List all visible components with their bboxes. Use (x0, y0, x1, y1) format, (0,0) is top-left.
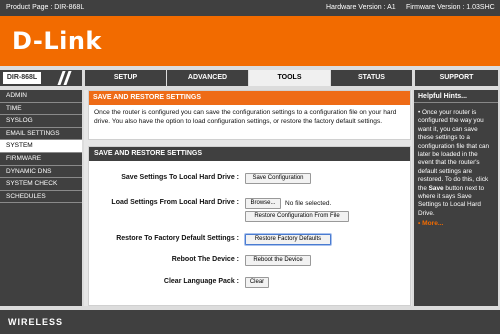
model-box: DIR-868L (0, 70, 82, 86)
no-file-text: No file selected. (285, 200, 332, 207)
model-label: DIR-868L (3, 72, 41, 84)
wireless-footer-label: WIRELESS (8, 317, 64, 327)
hint-text: • Once your router is configured the way… (414, 103, 498, 218)
tab-advanced[interactable]: ADVANCED (166, 70, 248, 86)
main-content: SAVE AND RESTORE SETTINGS Once the route… (84, 90, 412, 306)
hint-text-part-1: Once your router is configured the way y… (418, 109, 490, 192)
sidebar-item-system[interactable]: SYSTEM (0, 140, 82, 153)
tab-support[interactable]: SUPPORT (414, 70, 498, 86)
sidebar-item-system-check[interactable]: SYSTEM CHECK (0, 178, 82, 191)
clear-language-pack-label: Clear Language Pack : (163, 278, 239, 285)
intro-panel: SAVE AND RESTORE SETTINGS Once the route… (88, 90, 411, 140)
more-link[interactable]: • More... (414, 220, 498, 227)
intro-text: Once the router is configured you can sa… (94, 109, 397, 125)
save-settings-label: Save Settings To Local Hard Drive : (121, 174, 239, 181)
clear-button[interactable]: Clear (245, 277, 269, 288)
sidebar: ADMIN TIME SYSLOG EMAIL SETTINGS SYSTEM … (0, 90, 82, 306)
brand-banner: D-Link (0, 16, 500, 66)
tab-status[interactable]: STATUS (330, 70, 412, 86)
tab-setup[interactable]: SETUP (84, 70, 166, 86)
sidebar-item-time[interactable]: TIME (0, 103, 82, 116)
reboot-label: Reboot The Device : (171, 256, 239, 263)
sidebar-item-syslog[interactable]: SYSLOG (0, 115, 82, 128)
sidebar-item-dynamic-dns[interactable]: DYNAMIC DNS (0, 166, 82, 179)
product-page-label: Product Page : DIR-868L (6, 4, 85, 11)
settings-panel: SAVE AND RESTORE SETTINGS Save Settings … (88, 146, 411, 306)
sidebar-item-firmware[interactable]: FIRMWARE (0, 153, 82, 166)
save-configuration-button[interactable]: Save Configuration (245, 173, 311, 184)
hardware-version-label: Hardware Version : A1 (326, 4, 396, 11)
restore-configuration-button[interactable]: Restore Configuration From File (245, 211, 349, 222)
firmware-version-label: Firmware Version : 1.03SHC (406, 4, 495, 11)
more-link-label[interactable]: More... (422, 220, 443, 227)
sidebar-item-admin[interactable]: ADMIN (0, 90, 82, 103)
factory-default-label: Restore To Factory Default Settings : (116, 235, 239, 242)
helpful-hints-panel: Helpful Hints... • Once your router is c… (414, 90, 498, 306)
restore-factory-defaults-button[interactable]: Restore Factory Defaults (245, 234, 331, 245)
top-info-bar: Product Page : DIR-868L Hardware Version… (0, 0, 500, 16)
browse-button[interactable]: Browse... (245, 198, 281, 209)
hints-title: Helpful Hints... (414, 90, 498, 103)
sidebar-item-email-settings[interactable]: EMAIL SETTINGS (0, 128, 82, 141)
intro-title: SAVE AND RESTORE SETTINGS (89, 91, 410, 105)
reboot-device-button[interactable]: Reboot the Device (245, 255, 311, 266)
load-settings-label: Load Settings From Local Hard Drive : (111, 199, 239, 206)
sidebar-item-schedules[interactable]: SCHEDULES (0, 191, 82, 204)
footer-bar: WIRELESS (0, 310, 500, 334)
hint-save-word: Save (428, 184, 444, 192)
dlink-logo: D-Link (12, 27, 102, 55)
tab-tools[interactable]: TOOLS (248, 70, 330, 86)
section-title: SAVE AND RESTORE SETTINGS (89, 147, 410, 161)
